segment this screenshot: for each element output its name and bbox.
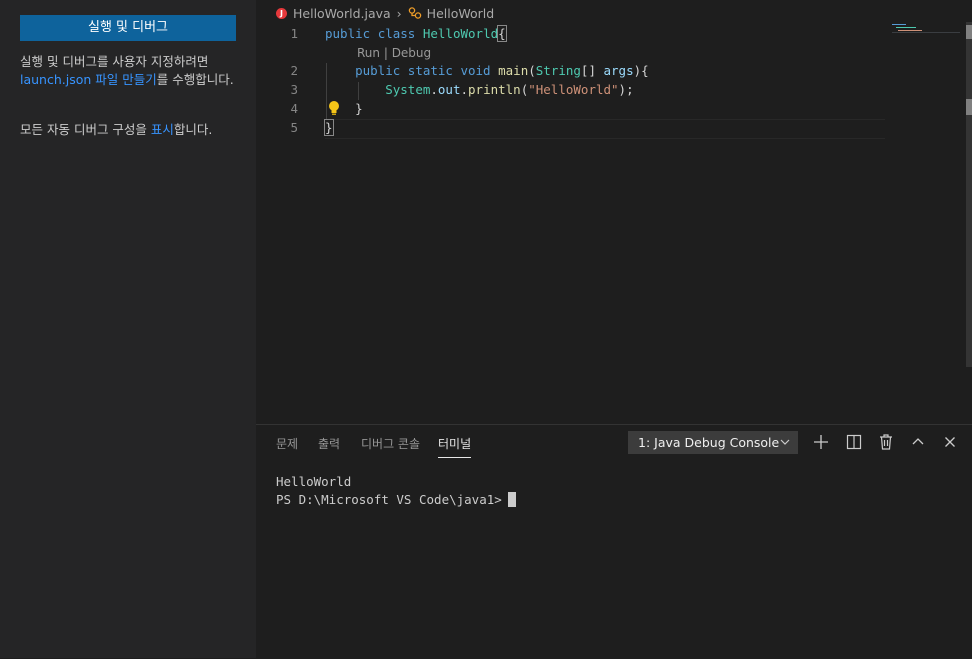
code-token: args: [603, 63, 634, 78]
code-token: void: [460, 63, 491, 78]
trash-icon[interactable]: [876, 432, 896, 452]
line-number: 3: [290, 82, 298, 97]
code-token: }: [355, 101, 363, 116]
code-token: {: [497, 25, 507, 42]
code-token: HelloWorld: [422, 26, 499, 41]
code-line[interactable]: public static void main(String[] args){: [325, 63, 649, 78]
code-token: .: [460, 82, 469, 97]
breadcrumb-symbol[interactable]: HelloWorld: [427, 6, 495, 21]
code-token: System: [385, 82, 431, 97]
code-token: println: [468, 82, 521, 97]
close-icon[interactable]: [940, 432, 960, 452]
tab-terminal[interactable]: 터미널: [438, 435, 472, 458]
code-token: out: [437, 82, 461, 97]
codelens: Run | Debug: [357, 46, 431, 60]
code-token: }: [324, 119, 334, 136]
code-token: []: [580, 63, 604, 78]
code-token: .: [430, 82, 438, 97]
code-token: "HelloWorld": [528, 82, 619, 97]
run-and-debug-button[interactable]: 실행 및 디버그: [20, 15, 236, 41]
code-token: ){: [633, 63, 649, 78]
hint-text: 실행 및 디버그를 사용자 지정하려면: [20, 54, 209, 69]
terminal-prompt: PS D:\Microsoft VS Code\java1>: [276, 492, 502, 507]
terminal-cursor: [507, 492, 516, 507]
split-terminal-icon[interactable]: [844, 432, 864, 452]
code-line[interactable]: }: [324, 119, 334, 136]
line-number: 5: [290, 120, 298, 135]
create-launch-json-link[interactable]: launch.json 파일 만들기: [20, 72, 157, 87]
codelens-run[interactable]: Run: [357, 46, 380, 60]
terminal-select-value: 1: Java Debug Console: [638, 435, 780, 450]
tab-problems[interactable]: 문제: [276, 435, 298, 457]
code-line[interactable]: public class HelloWorld{: [325, 25, 507, 42]
code-token: public: [325, 26, 371, 41]
terminal-select[interactable]: 1: Java Debug Console: [628, 431, 798, 454]
run-debug-sidebar: 실행 및 디버그 실행 및 디버그를 사용자 지정하려면 launch.json…: [0, 0, 256, 658]
current-line-highlight: [325, 119, 885, 139]
code-token: class: [377, 26, 416, 41]
show-debug-configs-hint: 모든 자동 디버그 구성을 표시합니다.: [20, 121, 242, 139]
show-all-configs-link[interactable]: 표시: [151, 122, 174, 137]
line-number: 1: [290, 26, 298, 41]
hint-text: 합니다.: [173, 122, 213, 137]
breadcrumb-file[interactable]: HelloWorld.java: [293, 6, 391, 21]
code-token: public: [355, 63, 401, 78]
chevron-right-icon: ›: [396, 5, 402, 21]
hint-text: 모든 자동 디버그 구성을: [20, 122, 151, 137]
code-token: );: [618, 82, 634, 97]
chevron-up-icon[interactable]: [908, 432, 928, 452]
tab-debug-console[interactable]: 디버그 콘솔: [361, 435, 420, 457]
breadcrumb: J HelloWorld.java › HelloWorld: [276, 4, 494, 22]
lightbulb-icon[interactable]: [328, 100, 340, 116]
code-token: (: [528, 63, 536, 78]
terminal-output[interactable]: HelloWorld PS D:\Microsoft VS Code\java1>: [276, 473, 516, 509]
java-file-icon: J: [276, 7, 287, 19]
code-editor[interactable]: J HelloWorld.java › HelloWorld 1 2 3 4 5…: [256, 0, 972, 424]
terminal-prompt-line: PS D:\Microsoft VS Code\java1>: [276, 491, 516, 509]
line-number: 4: [290, 101, 298, 116]
plus-icon[interactable]: [811, 432, 831, 452]
codelens-debug[interactable]: Debug: [392, 46, 431, 60]
tab-output[interactable]: 출력: [318, 435, 340, 457]
code-token: main: [498, 63, 529, 78]
line-number: 2: [290, 63, 298, 78]
bottom-panel: 문제 출력 디버그 콘솔 터미널 1: Java Debug Console H…: [256, 424, 972, 659]
terminal-line: HelloWorld: [276, 474, 352, 489]
code-line[interactable]: System.out.println("HelloWorld");: [325, 82, 634, 97]
codelens-separator: |: [380, 46, 392, 60]
minimap[interactable]: [892, 22, 960, 36]
code-token: static: [407, 63, 453, 78]
chevron-down-icon: [780, 439, 790, 445]
create-launch-json-hint: 실행 및 디버그를 사용자 지정하려면 launch.json 파일 만들기를 …: [20, 53, 242, 89]
hint-text: 를 수행합니다.: [156, 72, 234, 87]
code-token: String: [535, 63, 581, 78]
editor-scrollbar[interactable]: [966, 22, 972, 424]
class-symbol-icon: [408, 7, 421, 19]
